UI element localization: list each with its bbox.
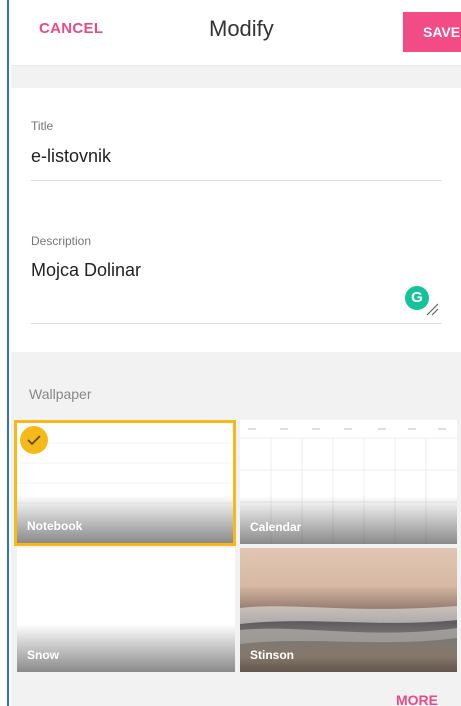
wallpaper-tile-snow[interactable]: Snow — [17, 548, 235, 672]
description-field[interactable]: Mojca Dolinar — [31, 260, 141, 281]
cancel-button[interactable]: CANCEL — [39, 20, 103, 37]
more-wallpapers-button[interactable]: MORE — [396, 692, 438, 706]
window-left-border — [0, 0, 9, 706]
wallpaper-tile-notebook[interactable]: Notebook — [14, 420, 236, 546]
description-field-label: Description — [31, 234, 92, 248]
tile-label-notebook: Notebook — [27, 519, 83, 533]
tile-label-snow: Snow — [27, 648, 59, 662]
wallpaper-tile-stinson[interactable]: Stinson — [240, 548, 457, 672]
wallpaper-section: Wallpaper Notebook Calendar Snow Stinson… — [11, 352, 461, 706]
wallpaper-tile-calendar[interactable]: Calendar — [240, 420, 457, 544]
description-field-underline — [31, 323, 442, 324]
page-title: Modify — [209, 16, 274, 41]
selected-check-icon — [20, 426, 48, 454]
wallpaper-section-label: Wallpaper — [29, 386, 92, 402]
top-app-bar: CANCEL Modify SAVE — [11, 0, 461, 66]
header-divider-strip — [11, 66, 461, 88]
title-field[interactable]: e-listovnik — [31, 146, 111, 167]
title-field-label: Title — [31, 119, 54, 133]
resize-handle-icon[interactable] — [425, 302, 439, 316]
modify-form: Title e-listovnik Description Mojca Doli… — [11, 88, 461, 352]
save-button[interactable]: SAVE — [403, 12, 461, 52]
title-field-underline — [31, 180, 442, 181]
tile-label-calendar: Calendar — [250, 520, 302, 534]
tile-label-stinson: Stinson — [250, 648, 294, 662]
